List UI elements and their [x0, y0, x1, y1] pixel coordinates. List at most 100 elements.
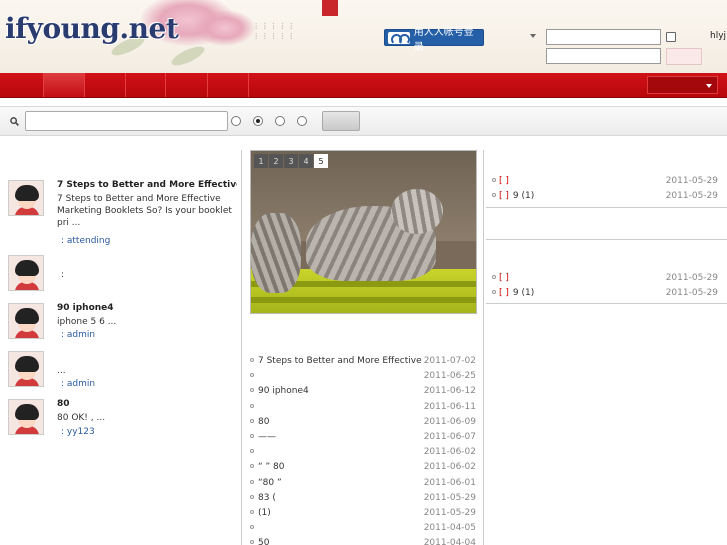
- list-item-title[interactable]: 9 (1): [513, 288, 534, 298]
- list-item-date: 2011-05-29: [665, 273, 718, 283]
- bullet-icon: [250, 358, 254, 362]
- divider: [486, 303, 727, 304]
- search-input[interactable]: [25, 111, 228, 131]
- login-button[interactable]: [666, 48, 702, 65]
- list-item-title[interactable]: ——: [258, 430, 424, 445]
- peony-decoration: [195, 10, 255, 46]
- search-radio-option[interactable]: [275, 116, 285, 126]
- list-item-title[interactable]: 9 (1): [513, 191, 534, 201]
- list-item[interactable]: 90 iphone4 2011-06-12: [250, 384, 476, 399]
- avatar[interactable]: [8, 180, 44, 216]
- list-item[interactable]: (1) 2011-05-29: [250, 506, 476, 521]
- search-bar: [0, 106, 727, 136]
- list-item-date: 2011-07-02: [423, 356, 476, 366]
- password-input[interactable]: [546, 48, 661, 64]
- nav-item[interactable]: [166, 73, 208, 97]
- list-item-date: 2011-05-29: [665, 288, 718, 298]
- nav-item[interactable]: [85, 73, 126, 97]
- bullet-icon: [250, 464, 254, 469]
- slideshow-pager: 1 2 3 4 5: [254, 154, 328, 168]
- post-author[interactable]: : attending: [61, 236, 110, 246]
- list-item[interactable]: “ ” 80 2011-06-02: [250, 460, 476, 475]
- list-item[interactable]: 2011-06-02: [250, 445, 476, 460]
- renren-login-button[interactable]: 用人人帐号登录: [384, 27, 484, 53]
- list-item[interactable]: [ ] 2011-05-29: [492, 174, 718, 189]
- username-input[interactable]: [546, 29, 661, 45]
- avatar[interactable]: [8, 255, 44, 291]
- list-item[interactable]: [ ] 9 (1) 2011-05-29: [492, 189, 718, 204]
- avatar[interactable]: [8, 351, 44, 387]
- list-item[interactable]: [ ] 2011-05-29: [492, 271, 718, 286]
- list-item[interactable]: “80 ” 2011-06-01: [250, 476, 476, 491]
- image-slideshow[interactable]: 1 2 3 4 5: [250, 150, 477, 314]
- bullet-icon: [250, 540, 254, 545]
- slide-page-button-active[interactable]: 5: [314, 154, 328, 168]
- post-excerpt: 7 Steps to Better and More Effective Mar…: [57, 194, 232, 228]
- avatar[interactable]: [8, 399, 44, 435]
- list-item-date: 2011-05-29: [665, 176, 718, 186]
- post-title[interactable]: 90 iphone4: [57, 303, 237, 313]
- bullet-icon: [250, 388, 254, 393]
- list-item[interactable]: 2011-06-25: [250, 369, 476, 384]
- bullet-icon: [250, 403, 254, 408]
- list-item[interactable]: 7 Steps to Better and More Effective Mar…: [250, 354, 476, 369]
- category-tag[interactable]: [ ]: [499, 191, 509, 201]
- slide-image-detail: [251, 297, 476, 303]
- slide-page-button[interactable]: 4: [299, 154, 313, 168]
- list-item[interactable]: 2011-06-11: [250, 400, 476, 415]
- search-radio-option[interactable]: [231, 116, 241, 126]
- post-title[interactable]: 80: [57, 399, 237, 409]
- list-item-title[interactable]: 7 Steps to Better and More Effective Mar: [258, 354, 424, 369]
- list-item-title[interactable]: 80: [258, 415, 424, 430]
- post-author[interactable]: : yy123: [61, 427, 95, 437]
- nav-item[interactable]: [0, 73, 44, 97]
- category-tag[interactable]: [ ]: [499, 288, 509, 298]
- list-item-date: 2011-06-01: [423, 477, 476, 488]
- avatar[interactable]: [8, 303, 44, 339]
- post-excerpt: ...: [57, 366, 66, 376]
- chevron-down-icon[interactable]: [530, 34, 536, 38]
- bullet-icon: [492, 178, 496, 182]
- post-title[interactable]: 7 Steps to Better and More Effective Mar: [57, 180, 237, 190]
- site-header: ⁞ ⁞ ⁞ ⁞ ⁞ ⁞ ⁞ ⁞ ⁞ ⁞ ifyoung.net 用人人帐号登录 h…: [0, 0, 727, 73]
- chevron-down-icon: [706, 84, 712, 88]
- list-item-date: 2011-05-29: [423, 492, 476, 503]
- list-item-title[interactable]: “80 ”: [258, 476, 424, 491]
- list-item[interactable]: —— 2011-06-07: [250, 430, 476, 445]
- search-radio-option-selected[interactable]: [253, 116, 263, 126]
- list-item-title[interactable]: (1): [258, 506, 424, 521]
- list-item-title[interactable]: 83 (: [258, 491, 424, 506]
- search-button[interactable]: [322, 111, 360, 131]
- right-list-bottom: [ ] 2011-05-29 [ ] 9 (1) 2011-05-29: [492, 271, 718, 301]
- nav-item[interactable]: [126, 73, 166, 97]
- slide-page-button[interactable]: 2: [269, 154, 283, 168]
- nav-dropdown[interactable]: [647, 76, 718, 94]
- kitten-image: [251, 213, 301, 293]
- site-logo[interactable]: ifyoung.net: [5, 12, 179, 45]
- right-list-top: [ ] 2011-05-29 [ ] 9 (1) 2011-05-29: [492, 174, 718, 204]
- list-item-title[interactable]: “ ” 80: [258, 460, 424, 475]
- bullet-icon: [250, 433, 254, 438]
- nav-item-active[interactable]: [44, 73, 85, 97]
- list-item-date: 2011-05-29: [665, 191, 718, 201]
- list-item-title[interactable]: 90 iphone4: [258, 384, 424, 399]
- list-item-title[interactable]: 50: [258, 536, 424, 545]
- list-item[interactable]: 50 2011-04-04: [250, 536, 476, 545]
- renren-login-label: 用人人帐号登录: [413, 26, 474, 53]
- slide-page-button[interactable]: 1: [254, 154, 268, 168]
- list-item[interactable]: [ ] 9 (1) 2011-05-29: [492, 286, 718, 301]
- search-radio-option[interactable]: [297, 116, 307, 126]
- slide-page-button[interactable]: 3: [284, 154, 298, 168]
- remember-me-checkbox[interactable]: [666, 32, 676, 42]
- post-author[interactable]: : admin: [61, 379, 95, 389]
- list-item[interactable]: 2011-04-05: [250, 521, 476, 536]
- user-text: hlyj: [710, 31, 727, 41]
- category-tag[interactable]: [ ]: [499, 176, 509, 186]
- category-tag[interactable]: [ ]: [499, 273, 509, 283]
- post-author[interactable]: : admin: [61, 330, 95, 340]
- list-item[interactable]: 80 2011-06-09: [250, 415, 476, 430]
- post-excerpt: :: [61, 270, 65, 280]
- bullet-icon: [492, 275, 496, 279]
- list-item[interactable]: 83 (2011-05-29: [250, 491, 476, 506]
- nav-item[interactable]: [208, 73, 249, 97]
